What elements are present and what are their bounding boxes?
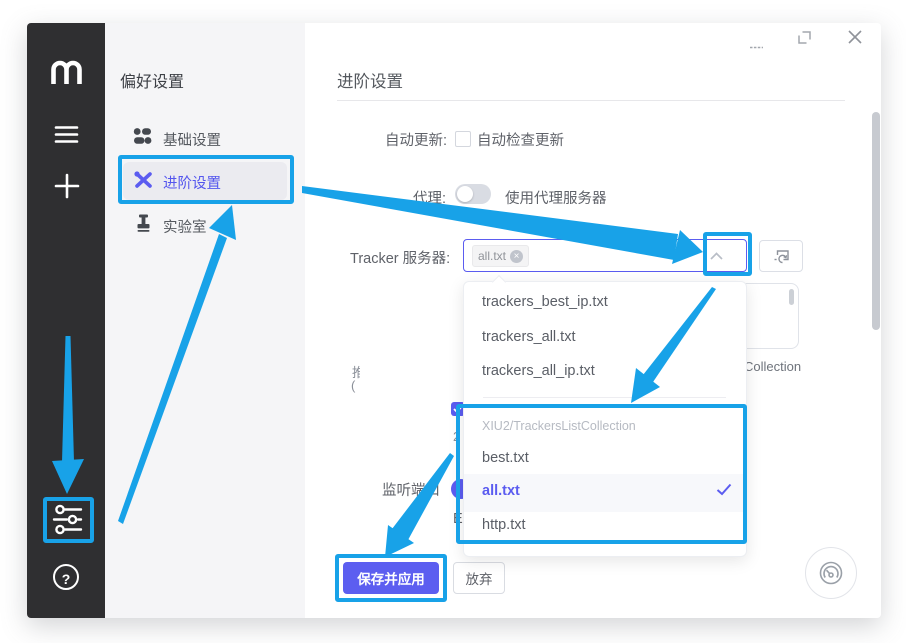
- annotation-box-save-button: [335, 554, 447, 602]
- discard-button[interactable]: 放弃: [453, 562, 505, 594]
- annotation-box-dropdown-section: [456, 404, 747, 544]
- speed-gauge-button[interactable]: [805, 547, 857, 599]
- preferences-sidebar: [105, 23, 305, 618]
- tag-close-icon[interactable]: ×: [510, 250, 523, 263]
- sidebar-item-lab[interactable]: 实验室: [163, 216, 207, 237]
- proxy-toggle-label: 使用代理服务器: [505, 187, 607, 208]
- lab-icon: [135, 214, 152, 237]
- auto-update-label: 自动更新:: [385, 129, 447, 150]
- task-list-icon[interactable]: [54, 125, 79, 149]
- proxy-label: 代理:: [413, 187, 446, 208]
- proxy-toggle[interactable]: [455, 184, 491, 204]
- auto-check-update-label[interactable]: 自动检查更新: [477, 129, 564, 150]
- dropdown-item[interactable]: trackers_all.txt: [482, 329, 575, 345]
- close-icon[interactable]: [847, 29, 863, 50]
- tracker-tag-label: all.txt: [478, 249, 506, 263]
- motrix-logo-icon: [50, 57, 82, 92]
- help-icon[interactable]: ?: [53, 564, 79, 590]
- dropdown-divider: [483, 397, 726, 398]
- listen-port-label: 监听端口: [382, 479, 440, 500]
- auto-check-update-checkbox[interactable]: [455, 131, 471, 147]
- proxy-toggle-knob: [457, 186, 473, 202]
- help-text-fragment-2: (: [351, 378, 358, 393]
- title-divider: [337, 100, 845, 101]
- main-scrollbar[interactable]: [872, 112, 880, 330]
- dropdown-item[interactable]: trackers_best_ip.txt: [482, 294, 608, 310]
- help-text-fragment-right: Collection: [744, 359, 801, 374]
- annotation-box-chevron: [703, 232, 752, 276]
- minimize-button[interactable]: [750, 36, 763, 54]
- dropdown-item[interactable]: trackers_all_ip.txt: [482, 363, 595, 379]
- add-task-icon[interactable]: [54, 173, 80, 204]
- sidebar-item-basic-settings[interactable]: 基础设置: [163, 129, 221, 150]
- sync-icon: [773, 249, 790, 264]
- tracker-server-label: Tracker 服务器:: [350, 247, 450, 268]
- page-title: 进阶设置: [337, 68, 403, 92]
- basic-settings-icon: [133, 127, 152, 150]
- sidebar-title: 偏好设置: [120, 68, 184, 92]
- restore-button[interactable]: [797, 30, 812, 50]
- annotation-box-advanced-settings: [118, 155, 294, 204]
- annotation-box-preferences-icon: [43, 497, 94, 543]
- gauge-icon: [816, 558, 846, 588]
- tracker-tag: all.txt ×: [472, 245, 529, 267]
- sync-tracker-button[interactable]: [759, 240, 803, 272]
- textarea-scrollbar[interactable]: [789, 289, 794, 305]
